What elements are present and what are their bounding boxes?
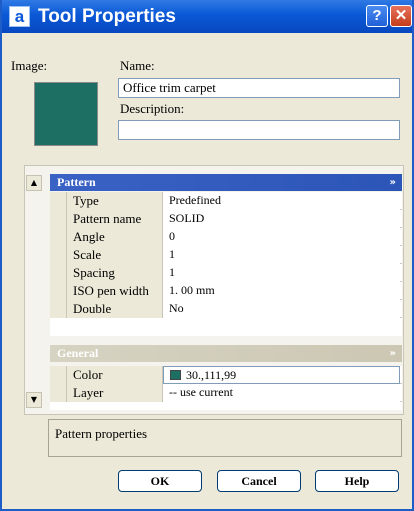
row-gutter — [50, 384, 66, 402]
cancel-button[interactable]: Cancel — [217, 470, 301, 492]
ok-button[interactable]: OK — [118, 470, 202, 492]
property-value[interactable]: 30.,111,99 — [163, 366, 400, 384]
property-value[interactable]: 0 — [163, 228, 400, 246]
scroll-up-icon[interactable]: ▲ — [26, 175, 42, 191]
property-row-type[interactable]: Type Predefined — [50, 192, 402, 210]
property-name: Layer — [66, 384, 163, 402]
property-name: ISO pen width — [66, 282, 163, 300]
property-row-double[interactable]: Double No — [50, 300, 402, 318]
tool-properties-dialog: a Tool Properties ? ✕ Image: Name: Offic… — [0, 0, 414, 511]
scroll-down-icon[interactable]: ▼ — [26, 392, 42, 408]
row-gutter — [50, 264, 66, 282]
help-icon[interactable]: ? — [366, 5, 388, 27]
help-button[interactable]: Help — [315, 470, 399, 492]
property-row-scale[interactable]: Scale 1 — [50, 246, 402, 264]
row-gutter — [50, 228, 66, 246]
property-value[interactable]: 1 — [163, 246, 400, 264]
row-gutter — [50, 366, 66, 384]
property-name: Type — [66, 192, 163, 210]
property-value[interactable]: 1. 00 mm — [163, 282, 400, 300]
close-icon[interactable]: ✕ — [390, 5, 412, 27]
row-gutter — [50, 300, 66, 318]
row-gutter — [50, 210, 66, 228]
palette-scrollbar[interactable]: ▲ ▼ — [26, 167, 42, 411]
tool-image-swatch[interactable] — [34, 82, 98, 146]
property-value[interactable]: -- use current — [163, 384, 400, 402]
pattern-property-grid: Type Predefined Pattern name SOLID Angle… — [50, 192, 402, 336]
description-field[interactable] — [118, 120, 400, 140]
property-name: Angle — [66, 228, 163, 246]
image-label: Image: — [11, 58, 48, 73]
help-button-label: Help — [344, 474, 370, 488]
property-value[interactable]: No — [163, 300, 400, 318]
property-value[interactable]: 1 — [163, 264, 400, 282]
row-gutter — [50, 282, 66, 300]
property-name: Spacing — [66, 264, 163, 282]
property-row-color[interactable]: Color 30.,111,99 — [50, 366, 402, 384]
name-label: Name: — [120, 58, 155, 73]
general-section-header[interactable]: General » — [50, 345, 402, 362]
property-row-pattern-name[interactable]: Pattern name SOLID — [50, 210, 402, 228]
collapse-icon[interactable]: » — [390, 174, 396, 191]
property-value[interactable]: Predefined — [163, 192, 400, 210]
property-name: Scale — [66, 246, 163, 264]
property-row-angle[interactable]: Angle 0 — [50, 228, 402, 246]
title-bar[interactable]: a Tool Properties ? ✕ — [2, 0, 412, 33]
row-gutter — [50, 192, 66, 210]
name-field[interactable]: Office trim carpet — [118, 78, 400, 98]
app-icon: a — [9, 6, 30, 27]
general-section-title: General — [57, 346, 99, 360]
property-row-layer[interactable]: Layer -- use current — [50, 384, 402, 402]
general-property-grid: Color 30.,111,99 Layer -- use current — [50, 366, 402, 410]
description-label: Description: — [120, 101, 185, 116]
property-description-panel: Pattern properties — [48, 419, 402, 457]
pattern-section-header[interactable]: Pattern » — [50, 174, 402, 191]
property-value[interactable]: SOLID — [163, 210, 400, 228]
collapse-icon[interactable]: » — [390, 345, 396, 362]
property-name: Double — [66, 300, 163, 318]
row-gutter — [50, 246, 66, 264]
pattern-section-title: Pattern — [57, 175, 96, 189]
property-row-iso-pen-width[interactable]: ISO pen width 1. 00 mm — [50, 282, 402, 300]
property-name: Pattern name — [66, 210, 163, 228]
color-value: 30.,111,99 — [186, 368, 237, 382]
property-row-spacing[interactable]: Spacing 1 — [50, 264, 402, 282]
color-swatch-icon — [170, 370, 181, 380]
window-title: Tool Properties — [38, 6, 176, 27]
property-name: Color — [66, 366, 163, 384]
